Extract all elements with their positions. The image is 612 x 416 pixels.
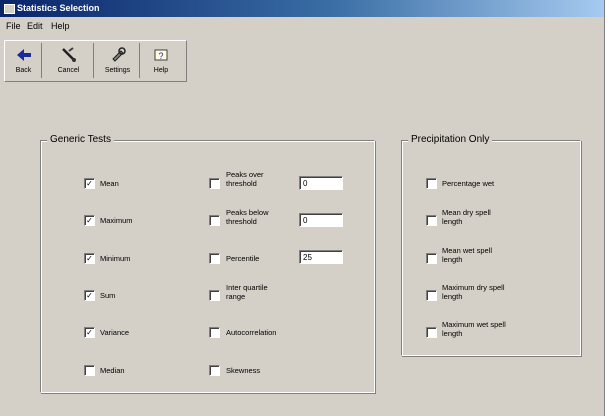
settings-icon	[111, 47, 126, 62]
minimum-label: Minimum	[100, 254, 131, 263]
autocorrelation-checkbox[interactable]	[209, 327, 220, 338]
back-label: Back	[15, 67, 32, 74]
percentage-wet-checkbox[interactable]	[426, 178, 437, 189]
variance-checkbox[interactable]: ✓	[84, 327, 95, 338]
peaks-below-threshold-label: Peaks below threshold	[226, 208, 269, 226]
toolbar: Back Cancel Settings ? Help	[4, 40, 187, 82]
precipitation-only-group: Precipitation Only Percentage wet Mean d…	[401, 134, 581, 356]
menu-help[interactable]: Help	[51, 21, 70, 31]
median-checkbox[interactable]	[84, 365, 95, 376]
help-button[interactable]: ? Help	[142, 43, 180, 78]
mean-wet-spell-length-label: Mean wet spell length	[442, 246, 493, 264]
back-button[interactable]: Back	[6, 43, 42, 78]
percentile-input[interactable]: 25	[299, 250, 343, 264]
title-bar[interactable]: Statistics Selection	[0, 0, 604, 17]
cancel-tool-icon	[61, 47, 76, 62]
menu-file[interactable]: File	[6, 21, 21, 31]
generic-tests-title: Generic Tests	[47, 134, 114, 145]
percentage-wet-label: Percentage wet	[442, 179, 495, 188]
sum-label: Sum	[100, 291, 116, 300]
help-icon: ?	[154, 49, 168, 61]
settings-label: Settings	[104, 67, 131, 74]
settings-button[interactable]: Settings	[96, 43, 140, 78]
maximum-label: Maximum	[100, 216, 133, 225]
peaks-over-threshold-checkbox[interactable]	[209, 178, 220, 189]
inter-quartile-range-label: Inter quartile range	[226, 283, 268, 301]
mean-label: Mean	[100, 179, 119, 188]
mean-checkbox[interactable]: ✓	[84, 178, 95, 189]
percentile-label: Percentile	[226, 254, 260, 263]
skewness-checkbox[interactable]	[209, 365, 220, 376]
menu-bar: File Edit Help	[0, 17, 604, 36]
svg-text:?: ?	[158, 51, 163, 61]
peaks-over-threshold-label: Peaks over threshold	[226, 170, 264, 188]
inter-quartile-range-checkbox[interactable]	[209, 290, 220, 301]
mean-wet-spell-length-checkbox[interactable]	[426, 253, 437, 264]
maximum-wet-spell-length-checkbox[interactable]	[426, 327, 437, 338]
mean-dry-spell-length-checkbox[interactable]	[426, 215, 437, 226]
precipitation-only-title: Precipitation Only	[408, 134, 493, 145]
minimum-checkbox[interactable]: ✓	[84, 253, 95, 264]
maximum-checkbox[interactable]: ✓	[84, 215, 95, 226]
percentile-checkbox[interactable]	[209, 253, 220, 264]
peaks-below-threshold-input[interactable]: 0	[299, 213, 343, 227]
maximum-dry-spell-length-checkbox[interactable]	[426, 290, 437, 301]
sum-checkbox[interactable]: ✓	[84, 290, 95, 301]
back-arrow-icon	[16, 49, 31, 61]
menu-edit[interactable]: Edit	[27, 21, 43, 31]
peaks-below-threshold-checkbox[interactable]	[209, 215, 220, 226]
generic-tests-group: Generic Tests ✓ Mean ✓ Maximum ✓ Minimum…	[40, 134, 375, 393]
client-area: Generic Tests ✓ Mean ✓ Maximum ✓ Minimum…	[4, 83, 604, 416]
maximum-dry-spell-length-label: Maximum dry spell length	[442, 283, 505, 301]
app-icon	[4, 4, 15, 14]
maximum-wet-spell-length-label: Maximum wet spell length	[442, 320, 506, 338]
mean-dry-spell-length-label: Mean dry spell length	[442, 208, 491, 226]
skewness-label: Skewness	[226, 366, 261, 375]
cancel-button[interactable]: Cancel	[44, 43, 94, 78]
cancel-label: Cancel	[57, 67, 80, 74]
window-title: Statistics Selection	[17, 3, 100, 13]
peaks-over-threshold-input[interactable]: 0	[299, 176, 343, 190]
variance-label: Variance	[100, 328, 130, 337]
median-label: Median	[100, 366, 125, 375]
autocorrelation-label: Autocorrelation	[226, 328, 277, 337]
statistics-selection-window: Statistics Selection File Edit Help Back…	[0, 0, 605, 416]
help-label: Help	[153, 67, 169, 74]
